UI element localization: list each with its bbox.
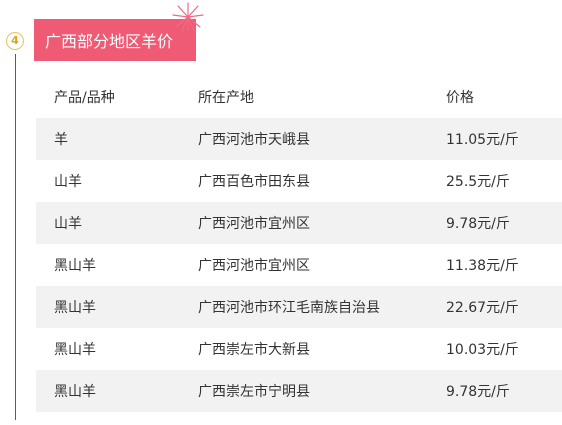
cell-origin: 广西崇左市大新县 — [198, 342, 310, 358]
cell-origin: 广西河池市天峨县 — [198, 132, 310, 148]
cell-price: 9.78元/斤 — [446, 216, 510, 232]
cell-product: 羊 — [54, 132, 68, 148]
cell-price: 10.03元/斤 — [446, 342, 519, 358]
table-row: 黑山羊 广西河池市环江毛南族自治县 22.67元/斤 — [36, 286, 562, 328]
firework-icon — [172, 2, 204, 32]
header-price: 价格 — [446, 90, 474, 106]
cell-product: 山羊 — [54, 174, 82, 190]
cell-origin: 广西百色市田东县 — [198, 174, 310, 190]
header-origin: 所在产地 — [198, 90, 254, 106]
table-row: 山羊 广西百色市田东县 25.5元/斤 — [36, 160, 562, 202]
cell-price: 11.05元/斤 — [446, 132, 519, 148]
table-header-row: 产品/品种 所在产地 价格 — [36, 76, 562, 118]
cell-product: 山羊 — [54, 216, 82, 232]
cell-origin: 广西河池市宜州区 — [198, 258, 310, 274]
timeline-rail — [15, 54, 16, 420]
cell-price: 9.78元/斤 — [446, 384, 510, 400]
cell-product: 黑山羊 — [54, 258, 96, 274]
cell-origin: 广西崇左市宁明县 — [198, 384, 310, 400]
step-number-badge: 4 — [6, 32, 24, 50]
cell-product: 黑山羊 — [54, 342, 96, 358]
section-title: 广西部分地区羊价 — [45, 32, 174, 51]
table-row: 黑山羊 广西崇左市大新县 10.03元/斤 — [36, 328, 562, 370]
cell-product: 黑山羊 — [54, 384, 96, 400]
cell-price: 22.67元/斤 — [446, 300, 519, 316]
table-row: 山羊 广西河池市宜州区 9.78元/斤 — [36, 202, 562, 244]
table-row: 黑山羊 广西崇左市宁明县 9.78元/斤 — [36, 370, 562, 412]
header-product: 产品/品种 — [54, 90, 115, 106]
cell-origin: 广西河池市环江毛南族自治县 — [198, 300, 380, 316]
cell-origin: 广西河池市宜州区 — [198, 216, 310, 232]
cell-product: 黑山羊 — [54, 300, 96, 316]
cell-price: 11.38元/斤 — [446, 258, 519, 274]
table-row: 黑山羊 广西河池市宜州区 11.38元/斤 — [36, 244, 562, 286]
price-table: 产品/品种 所在产地 价格 羊 广西河池市天峨县 11.05元/斤 山羊 广西百… — [36, 76, 562, 412]
cell-price: 25.5元/斤 — [446, 174, 510, 190]
table-row: 羊 广西河池市天峨县 11.05元/斤 — [36, 118, 562, 160]
